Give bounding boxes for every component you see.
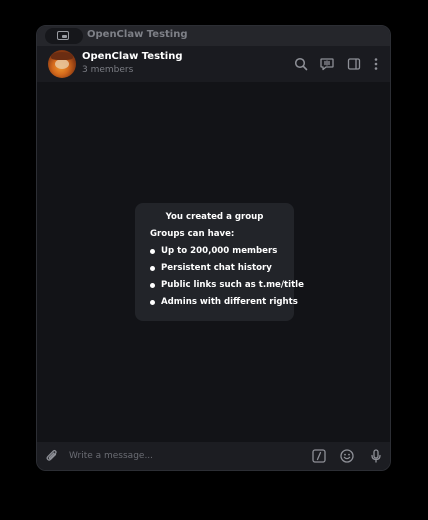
card-title: You created a group	[165, 212, 264, 222]
video-chat-icon[interactable]	[319, 56, 335, 72]
sidebar-toggle-icon[interactable]	[346, 56, 362, 72]
folders-icon	[57, 31, 69, 40]
feature-text: Up to 200,000 members	[161, 246, 278, 256]
window-titlebar: OpenClaw Testing	[37, 26, 390, 46]
bullet-icon	[150, 249, 155, 254]
group-created-card: You created a group Groups can have: Up …	[135, 203, 304, 321]
card-subtitle: Groups can have:	[150, 229, 235, 239]
feature-text: Public links such as t.me/title	[161, 280, 304, 290]
bullet-icon	[150, 266, 155, 271]
list-item: Persistent chat history	[150, 261, 294, 278]
feature-list: Up to 200,000 members Persistent chat hi…	[150, 244, 304, 312]
attach-icon[interactable]	[44, 448, 60, 464]
list-item: Public links such as t.me/title	[150, 278, 304, 295]
feature-text: Persistent chat history	[161, 263, 272, 273]
more-icon[interactable]	[368, 56, 384, 72]
list-item: Up to 200,000 members	[150, 244, 294, 261]
list-item: Admins with different rights	[150, 295, 298, 312]
bullet-icon	[150, 283, 155, 288]
emoji-icon[interactable]	[339, 448, 355, 464]
search-icon[interactable]	[293, 56, 309, 72]
chat-header[interactable]: OpenClaw Testing 3 members	[37, 46, 390, 82]
message-area[interactable]: You created a group Groups can have: Up …	[37, 82, 390, 442]
bullet-icon	[150, 300, 155, 305]
message-input[interactable]	[69, 448, 299, 464]
microphone-icon[interactable]	[368, 448, 384, 464]
window-title: OpenClaw Testing	[87, 29, 188, 40]
commands-icon[interactable]	[311, 448, 327, 464]
member-count: 3 members	[82, 65, 134, 75]
feature-text: Admins with different rights	[161, 297, 298, 307]
window-pill[interactable]	[45, 28, 83, 44]
telegram-window: OpenClaw Testing OpenClaw Testing 3 memb…	[36, 25, 391, 471]
message-composer	[37, 442, 390, 470]
chat-name[interactable]: OpenClaw Testing	[82, 51, 183, 62]
avatar[interactable]	[48, 50, 76, 78]
